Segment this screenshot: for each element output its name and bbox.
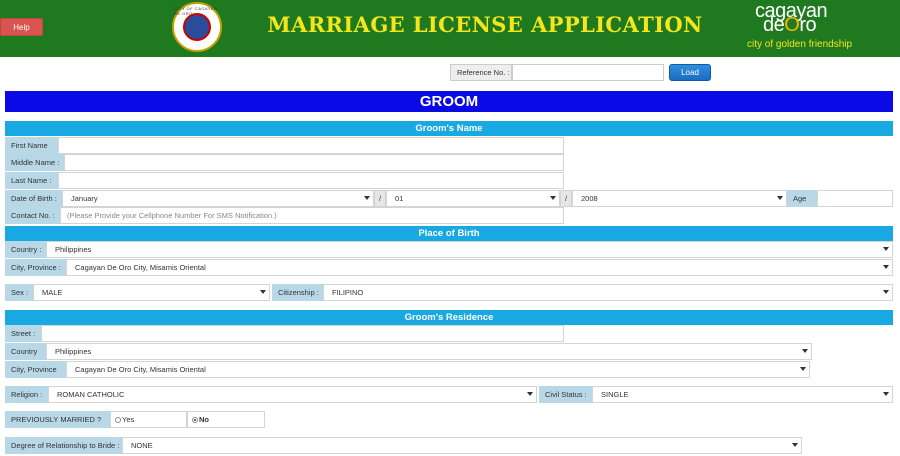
logo-tagline: city of golden friendship [747,39,853,50]
residence-country-label: Country [5,343,46,360]
previously-married-label: PREVIOUSLY MARRIED ? [5,411,110,428]
middle-name-input[interactable] [64,154,564,171]
contact-input[interactable]: (Please Provide your Cellphone Number Fo… [60,207,564,224]
last-name-label: Last Name : [5,172,58,189]
birth-city-field: City, Province : Cagayan De Oro City, Mi… [5,259,893,276]
residence-city-field: City, Province Cagayan De Oro City, Misa… [5,361,810,378]
birth-city-select[interactable]: Cagayan De Oro City, Misamis Oriental [66,259,893,276]
chevron-down-icon [364,196,370,200]
age-input[interactable] [817,190,893,207]
chevron-down-icon [800,367,806,371]
chevron-down-icon [527,392,533,396]
section-groom-name: Groom's Name [5,121,893,136]
married-no-option[interactable]: No [187,411,265,428]
section-groom-residence: Groom's Residence [5,310,893,325]
help-button[interactable]: Help [0,18,43,36]
load-button[interactable]: Load [669,64,711,81]
street-input[interactable] [41,325,564,342]
middle-name-field: Middle Name : [5,154,564,171]
relationship-label: Degree of Relationship to Bride : [5,437,122,454]
contact-field: Contact No. : (Please Provide your Cellp… [5,207,564,224]
sex-select[interactable]: MALE [33,284,270,301]
relationship-select[interactable]: NONE [122,437,802,454]
reference-label: Reference No. : [450,64,512,81]
street-label: Street : [5,325,41,342]
civil-status-select[interactable]: SINGLE [592,386,893,403]
chevron-down-icon [883,247,889,251]
seal-emblem-icon [183,13,211,41]
residence-country-field: Country Philippines [5,343,812,360]
chevron-down-icon [883,265,889,269]
previously-married-field: PREVIOUSLY MARRIED ? Yes No [5,411,265,428]
married-yes-option[interactable]: Yes [110,411,187,428]
chevron-down-icon [260,290,266,294]
first-name-input[interactable] [58,137,564,154]
citizenship-field: Citizenship : FILIPINO [272,284,893,301]
reference-input[interactable] [512,64,664,81]
street-field: Street : [5,325,564,342]
chevron-down-icon [550,196,556,200]
first-name-field: First Name [5,137,564,154]
chevron-down-icon [777,196,783,200]
dob-separator: / [560,190,572,207]
chevron-down-icon [802,349,808,353]
dob-month-select[interactable]: January [62,190,374,207]
birth-country-label: Country : [5,241,46,258]
chevron-down-icon [792,443,798,447]
last-name-input[interactable] [58,172,564,189]
relationship-field: Degree of Relationship to Bride : NONE [5,437,802,454]
birth-country-field: Country : Philippines [5,241,893,258]
religion-field: Religion : ROMAN CATHOLIC [5,386,537,403]
reference-row: Reference No. : Load [450,64,711,81]
religion-label: Religion : [5,386,48,403]
sex-field: Sex : MALE [5,284,270,301]
dob-year-select[interactable]: 2008 [572,190,787,207]
age-label: Age [787,190,817,207]
page-title: MARRIAGE LICENSE APPLICATION [267,12,703,37]
date-of-birth-field: Date of Birth : January / 01 / 2008 Age [5,190,893,207]
religion-select[interactable]: ROMAN CATHOLIC [48,386,537,403]
radio-yes-icon[interactable] [115,416,121,423]
dob-label: Date of Birth : [5,190,62,207]
city-seal-logo: CITY OF CAGAYAN DE ORO [172,2,222,52]
dob-separator: / [374,190,386,207]
civil-status-field: Civil Status : SINGLE [539,386,893,403]
section-place-of-birth: Place of Birth [5,226,893,241]
residence-country-select[interactable]: Philippines [46,343,812,360]
groom-title-bar: GROOM [5,91,893,112]
sex-label: Sex : [5,284,33,301]
civil-status-label: Civil Status : [539,386,592,403]
citizenship-label: Citizenship : [272,284,323,301]
chevron-down-icon [883,392,889,396]
residence-city-select[interactable]: Cagayan De Oro City, Misamis Oriental [66,361,810,378]
logo-line2: deOro [763,14,817,36]
contact-label: Contact No. : [5,207,60,224]
citizenship-select[interactable]: FILIPINO [323,284,893,301]
middle-name-label: Middle Name : [5,154,64,171]
birth-city-label: City, Province : [5,259,66,276]
residence-city-label: City, Province [5,361,66,378]
last-name-field: Last Name : [5,172,564,189]
chevron-down-icon [883,290,889,294]
city-brand-logo: cagayan deOro city of golden friendship [745,0,875,54]
birth-country-select[interactable]: Philippines [46,241,893,258]
radio-no-icon[interactable] [192,416,198,423]
first-name-label: First Name [5,137,58,154]
app-header: Help CITY OF CAGAYAN DE ORO MARRIAGE LIC… [0,0,900,57]
dob-day-select[interactable]: 01 [386,190,560,207]
